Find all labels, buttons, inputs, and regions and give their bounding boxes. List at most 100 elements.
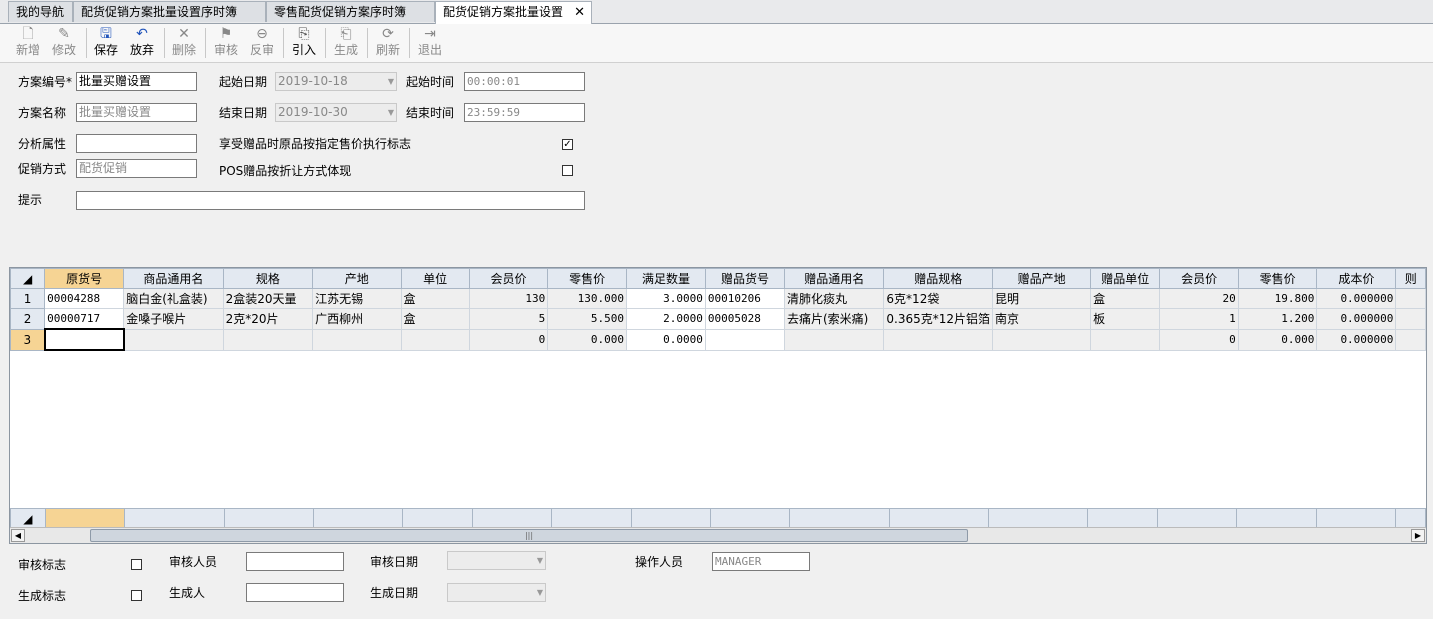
column-header[interactable]: 商品通用名 bbox=[123, 268, 224, 289]
grid-cell[interactable]: 金嗓子喉片 bbox=[123, 308, 224, 330]
grid-cell[interactable]: 0.365克*12片铝箔 bbox=[883, 308, 994, 330]
discard-button[interactable]: ↶ 放弃 bbox=[124, 26, 160, 60]
grid-cell[interactable]: 19.800 bbox=[1237, 288, 1318, 309]
grid-cell[interactable] bbox=[1090, 328, 1161, 351]
grid-cell[interactable]: 00010206 bbox=[704, 288, 785, 309]
grid-cell[interactable] bbox=[222, 328, 314, 351]
scroll-left-icon[interactable]: ◀ bbox=[11, 529, 25, 542]
grid-cell[interactable] bbox=[1395, 308, 1426, 330]
scrollbar-thumb[interactable]: ||| bbox=[90, 529, 968, 542]
column-header[interactable]: 赠品通用名 bbox=[783, 268, 885, 289]
grid-cell[interactable] bbox=[992, 328, 1092, 351]
grid-cell[interactable]: 板 bbox=[1090, 308, 1161, 330]
hint-field[interactable] bbox=[76, 191, 585, 210]
grid-cell[interactable]: 00004288 bbox=[44, 288, 125, 309]
grid-cell[interactable]: 广西柳州 bbox=[312, 308, 402, 330]
grid-cell[interactable]: 江苏无锡 bbox=[312, 288, 402, 309]
grid-cell[interactable]: 20 bbox=[1159, 288, 1239, 309]
table-row[interactable]: 1 00004288 脑白金(礼盒装) 2盒装20天量 江苏无锡盒 130 130.000 3… bbox=[10, 288, 1426, 309]
column-header[interactable]: 成本价 bbox=[1316, 268, 1397, 289]
grid-cell[interactable]: 0.000000 bbox=[1316, 288, 1397, 309]
grid-cell[interactable]: 6克*12袋 bbox=[883, 288, 994, 309]
audit-flag-checkbox[interactable] bbox=[131, 559, 142, 570]
table-row[interactable]: 2 00000717 金嗓子喉片 2克*20片 广西柳州盒 5 5.500 2.0000 000… bbox=[10, 308, 1426, 330]
column-header[interactable]: 满足数量 bbox=[626, 268, 706, 289]
grid-cell[interactable]: 0.000000 bbox=[1316, 308, 1397, 330]
grid-cell[interactable] bbox=[1395, 328, 1426, 351]
column-header[interactable]: 零售价 bbox=[547, 268, 628, 289]
tab-batch-setting-journal[interactable]: 配货促销方案批量设置序时簿 bbox=[73, 1, 266, 22]
promo-field[interactable]: 配货促销 bbox=[76, 159, 197, 178]
grid-cell[interactable]: 130 bbox=[468, 288, 549, 309]
column-header[interactable]: 产地 bbox=[312, 268, 402, 289]
grid-cell[interactable] bbox=[883, 328, 994, 351]
grid-cell[interactable]: 2克*20片 bbox=[222, 308, 314, 330]
attr-field[interactable] bbox=[76, 134, 197, 153]
grid-cell[interactable] bbox=[400, 328, 470, 351]
column-header[interactable]: 会员价 bbox=[468, 268, 549, 289]
chevron-down-icon[interactable]: ▼ bbox=[537, 584, 543, 601]
refresh-button[interactable]: ⟳ 刷新 bbox=[370, 26, 406, 60]
exit-button[interactable]: ⇥ 退出 bbox=[412, 26, 448, 60]
new-button[interactable]: 🗋 新增 bbox=[10, 26, 46, 60]
grid-cell[interactable]: 0.0000 bbox=[626, 328, 706, 351]
grid-cell[interactable]: 0.000000 bbox=[1316, 328, 1397, 351]
grid-cell[interactable] bbox=[1395, 288, 1426, 309]
grid-cell[interactable]: 清肺化痰丸 bbox=[783, 288, 885, 309]
grid-cell[interactable] bbox=[783, 328, 885, 351]
horizontal-scrollbar[interactable]: ◀ ||| ▶ bbox=[10, 527, 1426, 543]
generate-flag-checkbox[interactable] bbox=[131, 590, 142, 601]
generate-button[interactable]: ⎗ 生成 bbox=[328, 26, 364, 60]
grid-cell[interactable]: 盒 bbox=[1090, 288, 1161, 309]
chevron-down-icon[interactable]: ▼ bbox=[388, 104, 394, 121]
column-header[interactable]: 零售价 bbox=[1237, 268, 1318, 289]
edit-button[interactable]: ✎ 修改 bbox=[46, 26, 82, 60]
start-time-field[interactable]: 00:00:01 bbox=[464, 72, 585, 91]
grid-cell[interactable] bbox=[43, 328, 125, 351]
audit-date-field[interactable]: ▼ bbox=[447, 551, 546, 570]
grid-cell[interactable]: 南京 bbox=[992, 308, 1092, 330]
end-time-field[interactable]: 23:59:59 bbox=[464, 103, 585, 122]
plan-no-field[interactable]: 批量买赠设置 bbox=[76, 72, 197, 91]
plan-name-field[interactable]: 批量买赠设置 bbox=[76, 103, 197, 122]
auditor-field[interactable] bbox=[246, 552, 344, 571]
grid-cell[interactable]: 1 bbox=[1159, 308, 1239, 330]
column-header[interactable]: 单位 bbox=[400, 268, 470, 289]
grid-cell[interactable]: 2.0000 bbox=[626, 308, 706, 330]
grid-cell[interactable]: 0.000 bbox=[1237, 328, 1318, 351]
grid-cell[interactable]: 3.0000 bbox=[626, 288, 706, 309]
start-date-field[interactable]: 2019-10-18 ▼ bbox=[275, 72, 397, 91]
chevron-down-icon[interactable]: ▼ bbox=[537, 552, 543, 569]
grid-cell[interactable]: 脑白金(礼盒装) bbox=[123, 288, 224, 309]
column-header[interactable]: 则 bbox=[1395, 268, 1426, 289]
grid-cell[interactable]: 2盒装20天量 bbox=[222, 288, 314, 309]
close-icon[interactable]: ✕ bbox=[574, 2, 585, 23]
column-header[interactable]: 赠品单位 bbox=[1090, 268, 1161, 289]
grid-cell[interactable]: 00005028 bbox=[704, 308, 785, 330]
grid-cell[interactable]: 00000717 bbox=[44, 308, 125, 330]
unaudit-button[interactable]: ⊖ 反审 bbox=[244, 26, 280, 60]
grid-cell[interactable]: 0 bbox=[1159, 328, 1239, 351]
tab-my-navigation[interactable]: 我的导航 bbox=[8, 1, 73, 22]
tab-retail-promotion-journal[interactable]: 零售配货促销方案序时簿 bbox=[266, 1, 435, 22]
row-number[interactable]: 2 bbox=[10, 308, 46, 330]
grid-cell[interactable]: 盒 bbox=[400, 288, 470, 309]
table-row[interactable]: 3 0 0.000 0.0000 0 0.000 0.000000 bbox=[10, 328, 1426, 351]
grid-cell[interactable] bbox=[123, 328, 224, 351]
chevron-down-icon[interactable]: ▼ bbox=[388, 73, 394, 90]
gift-price-flag-checkbox[interactable]: ✓ bbox=[562, 139, 573, 150]
row-number[interactable]: 3 bbox=[10, 328, 46, 351]
grid-cell[interactable]: 1.200 bbox=[1237, 308, 1318, 330]
grid-cell[interactable]: 130.000 bbox=[547, 288, 628, 309]
tab-batch-setting[interactable]: 配货促销方案批量设置 ✕ bbox=[435, 1, 592, 24]
row-number[interactable]: 1 bbox=[10, 288, 46, 309]
grid-cell[interactable]: 0.000 bbox=[547, 328, 628, 351]
delete-button[interactable]: ✕ 删除 bbox=[166, 26, 202, 60]
import-button[interactable]: ⎘ 引入 bbox=[286, 26, 322, 60]
column-header[interactable]: 规格 bbox=[222, 268, 314, 289]
end-date-field[interactable]: 2019-10-30 ▼ bbox=[275, 103, 397, 122]
grid-cell[interactable]: 5.500 bbox=[547, 308, 628, 330]
grid-cell[interactable]: 昆明 bbox=[992, 288, 1092, 309]
grid-cell[interactable] bbox=[704, 328, 785, 351]
pos-discount-checkbox[interactable] bbox=[562, 165, 573, 176]
